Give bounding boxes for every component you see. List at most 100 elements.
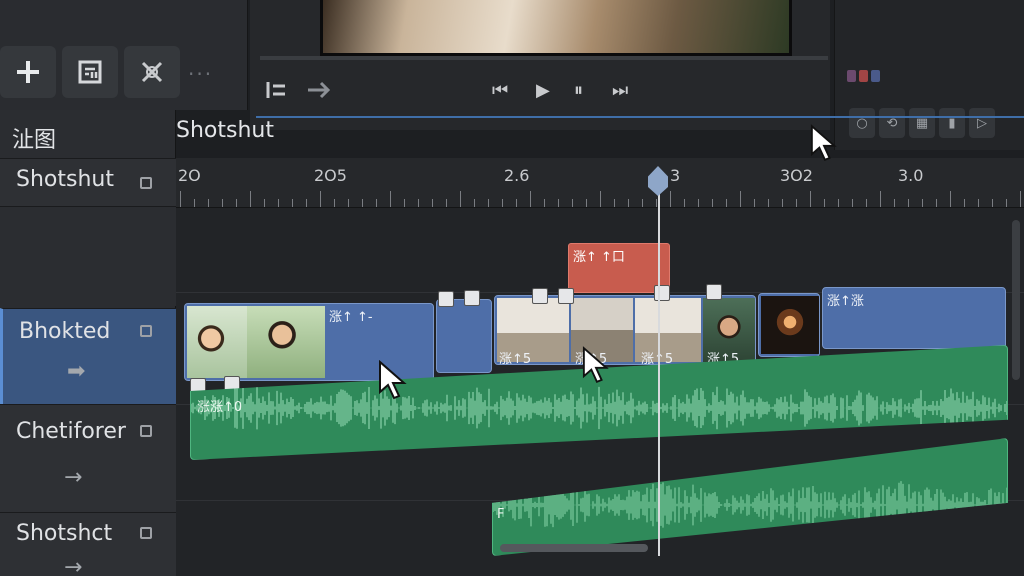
mouse-cursor-icon (582, 346, 609, 383)
track-header-0[interactable]: Shotshut (0, 158, 176, 206)
ruler-tick (894, 199, 895, 207)
track-name: Bhokted (19, 319, 111, 344)
clip-label: 涨↑5 (499, 352, 532, 365)
time-ruler[interactable]: 2O 2O5 2.6 3 3O2 3.0 (176, 158, 1024, 208)
edit-point-icon[interactable] (558, 288, 574, 304)
clip-label: 涨↑涨 (827, 294, 864, 309)
track-name: Shotshut (16, 167, 114, 192)
track-header-1[interactable]: Bhokted ➡ (0, 308, 176, 404)
list-icon[interactable] (266, 80, 288, 105)
ruler-tick (488, 199, 489, 207)
video-clip[interactable] (758, 293, 820, 357)
clip-thumbnail (247, 306, 325, 378)
circle-icon[interactable]: ○ (849, 108, 875, 138)
ruler-tick (824, 199, 825, 207)
track-header-3[interactable]: Shotshct → (0, 512, 176, 576)
track-header-2[interactable]: Chetiforer → (0, 404, 176, 512)
ruler-label: 3 (670, 166, 681, 185)
arrow-right-icon[interactable] (306, 80, 332, 105)
ruler-tick (250, 191, 251, 207)
ruler-tick (600, 191, 601, 207)
ruler-tick (278, 199, 279, 207)
ruler-tick (516, 199, 517, 207)
ruler-tick (964, 199, 965, 207)
track-name: Chetiforer (16, 419, 126, 444)
track-arrow-icon[interactable]: → (64, 465, 82, 490)
ruler-label: 2.6 (504, 166, 530, 185)
split-icon[interactable] (464, 290, 480, 306)
storyboard-button[interactable] (62, 46, 118, 98)
ruler-tick (768, 199, 769, 207)
ruler-tick (264, 199, 265, 207)
clip-label: 涨涨↑0 (197, 400, 243, 415)
ruler-tick (418, 199, 419, 207)
timeline-title: Shotshut (176, 118, 274, 143)
track-arrow-icon[interactable]: → (64, 555, 82, 576)
more-menu[interactable]: ··· (188, 62, 213, 86)
ruler-tick (194, 199, 195, 207)
video-clip[interactable] (436, 299, 492, 373)
ruler-tick (712, 199, 713, 207)
split-icon[interactable] (706, 284, 722, 300)
ruler-tick (950, 191, 951, 207)
grid-icon[interactable]: ▦ (909, 108, 935, 138)
video-clip[interactable]: 涨↑5 涨↑5 涨↑5 涨↑5 (494, 295, 756, 365)
ruler-tick (460, 191, 461, 207)
play-button[interactable]: ▶ (536, 80, 550, 101)
inspector-panel: ○ ⟲ ▦ ▮ ▷ (834, 0, 1024, 150)
ruler-tick (656, 199, 657, 207)
ruler-tick (222, 199, 223, 207)
tools-button[interactable] (124, 46, 180, 98)
forward-button[interactable]: ⏭ (612, 80, 628, 101)
rewind-button[interactable]: ⏮ (492, 80, 508, 101)
ruler-tick (852, 199, 853, 207)
track-arrow-icon[interactable]: ➡ (67, 359, 85, 384)
ruler-tick (572, 199, 573, 207)
ruler-tick (586, 199, 587, 207)
storyboard-icon (78, 60, 102, 84)
ruler-tick (306, 199, 307, 207)
ruler-tick (558, 199, 559, 207)
link-icon[interactable]: ⟲ (879, 108, 905, 138)
track-toggle-icon[interactable] (140, 527, 152, 539)
edit-point-icon[interactable] (654, 285, 670, 301)
doc-icon[interactable]: ▮ (939, 108, 965, 138)
edit-point-icon[interactable] (438, 291, 454, 307)
ruler-tick (628, 199, 629, 207)
video-clip[interactable]: 涨↑涨 (822, 287, 1006, 349)
play-small-icon[interactable]: ▷ (969, 108, 995, 138)
ruler-tick (880, 191, 881, 207)
color-swatch-icons (847, 70, 887, 86)
pause-button[interactable]: ⏸ (574, 80, 583, 101)
track-spacer (0, 206, 176, 306)
clip-thumbnail (761, 296, 819, 354)
track-toggle-icon[interactable] (140, 425, 152, 437)
ruler-tick (320, 191, 321, 207)
track-toggle-icon[interactable] (140, 177, 152, 189)
ruler-tick (404, 199, 405, 207)
add-button[interactable] (0, 46, 56, 98)
ruler-tick (936, 199, 937, 207)
ruler-tick (866, 199, 867, 207)
vertical-scrollbar[interactable] (1012, 220, 1020, 380)
playhead[interactable] (658, 168, 660, 556)
edit-point-icon[interactable] (532, 288, 548, 304)
ruler-tick (180, 191, 181, 207)
tools-icon (141, 61, 163, 83)
ruler-tick (236, 199, 237, 207)
timeline-scrollbar[interactable] (500, 544, 648, 552)
ruler-tick (432, 199, 433, 207)
ruler-label: 2O5 (314, 166, 347, 185)
ruler-tick (1020, 191, 1021, 207)
ruler-tick (782, 199, 783, 207)
clip-label: 涨↑ ↑- (329, 310, 373, 325)
ruler-tick (642, 199, 643, 207)
ruler-tick (698, 199, 699, 207)
ruler-tick (502, 199, 503, 207)
track-toggle-icon[interactable] (140, 325, 152, 337)
ruler-tick (740, 191, 741, 207)
ruler-tick (208, 199, 209, 207)
preview-scrubber[interactable] (260, 56, 828, 60)
ruler-tick (796, 199, 797, 207)
ruler-tick (1006, 199, 1007, 207)
